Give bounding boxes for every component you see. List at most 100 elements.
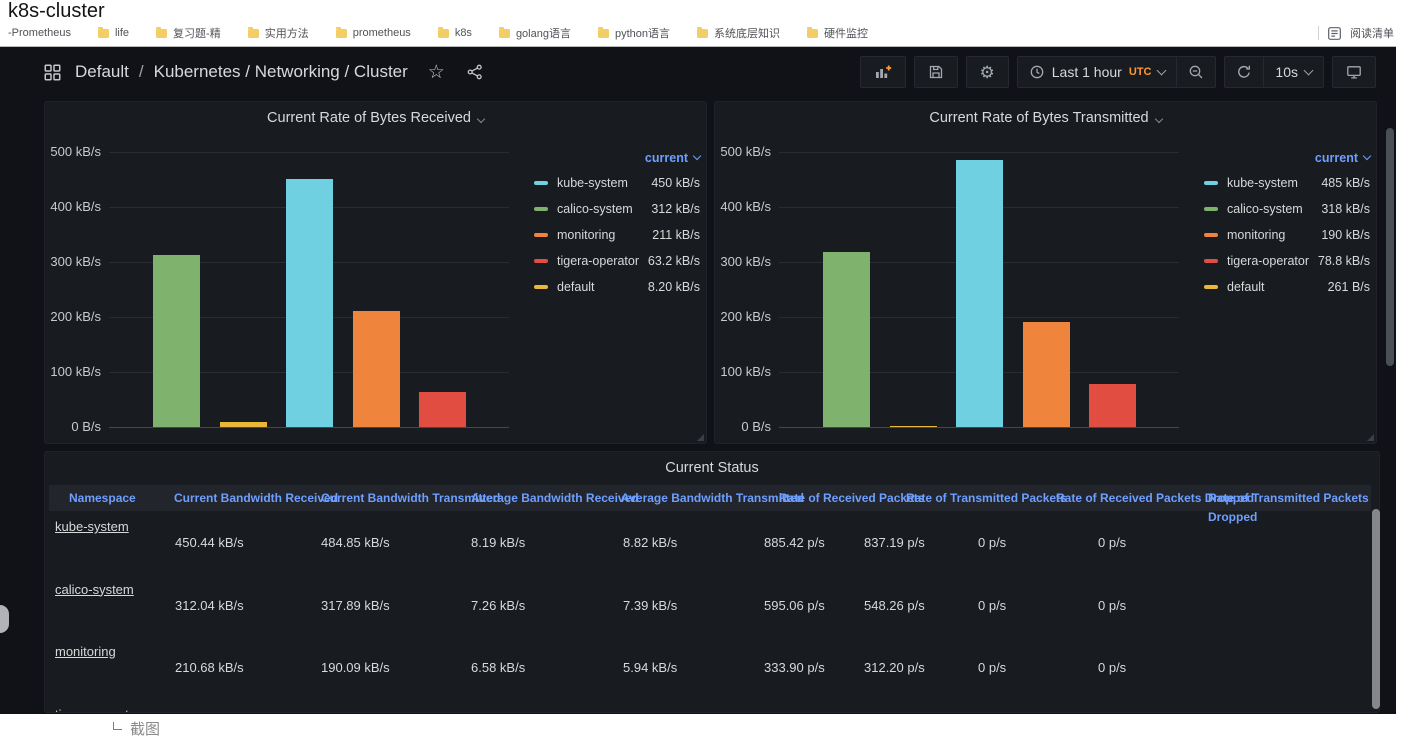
table-scrollbar[interactable] [1372,509,1380,709]
legend-swatch [1204,285,1218,289]
legend-value: 450 kB/s [651,176,700,190]
bookmark-item[interactable]: 实用方法 [248,25,309,41]
dashboard-navbar: Default / Kubernetes / Networking / Clus… [0,47,1396,97]
chart-legend: current kube-system485 kB/s calico-system… [1200,146,1370,300]
breadcrumb-separator: / [139,62,144,82]
grid-icon[interactable] [44,64,61,81]
tv-mode-button[interactable] [1332,56,1376,88]
legend-swatch [534,285,548,289]
y-axis-tick: 0 B/s [71,419,101,435]
legend-label[interactable]: default [1227,280,1265,294]
zoom-out-button[interactable] [1177,57,1215,87]
y-axis-tick: 0 B/s [741,419,771,435]
folder-icon [98,29,109,38]
legend-sort-current[interactable]: current [1200,146,1370,170]
column-header[interactable]: Average Bandwidth Received [471,489,639,508]
time-range-picker[interactable]: Last 1 hour UTC [1018,57,1177,87]
legend-label[interactable]: default [557,280,595,294]
reading-list-button[interactable]: 阅读清单 [1350,25,1394,41]
bar-chart-plot [779,152,1179,428]
dashboard-scrollbar[interactable] [1386,128,1394,366]
refresh-button[interactable] [1225,57,1263,87]
namespace-link[interactable]: tigera-operator [55,707,140,714]
bookmark-item[interactable]: golang语言 [499,25,571,41]
table-cell: 595.06 p/s [764,598,825,613]
add-panel-button[interactable] [860,56,906,88]
panel-title-bytes-transmitted[interactable]: Current Rate of Bytes Transmitted [715,110,1376,126]
namespace-link[interactable]: monitoring [55,644,116,659]
dashboard-settings-button[interactable]: ⚙ [966,56,1009,88]
table-cell: 317.89 kB/s [321,598,390,613]
chevron-down-icon [1154,115,1162,123]
bar-default [890,426,937,427]
bookmark-item[interactable]: 复习题-精 [156,25,221,41]
legend-label[interactable]: kube-system [1227,176,1298,190]
bookmark-item[interactable]: python语言 [598,25,670,41]
legend-label[interactable]: calico-system [557,202,633,216]
chart-legend: current kube-system 450 kB/s calico-system… [530,146,700,300]
legend-label[interactable]: tigera-operator [1227,254,1309,268]
chevron-down-icon [477,115,485,123]
legend-label[interactable]: monitoring [557,228,615,242]
legend-swatch [534,181,548,185]
legend-label[interactable]: monitoring [1227,228,1285,242]
legend-item: kube-system485 kB/s [1200,170,1370,196]
column-header[interactable]: Average Bandwidth Transmitted [621,489,804,508]
chevron-down-icon [1363,152,1371,160]
grafana-dashboard: Default / Kubernetes / Networking / Clus… [0,46,1396,714]
legend-sort-current[interactable]: current [530,146,700,170]
panel-title-bytes-received[interactable]: Current Rate of Bytes Received [45,110,706,126]
bookmark-item[interactable]: -Prometheus [8,27,71,39]
breadcrumb: Default / Kubernetes / Networking / Clus… [44,47,483,97]
legend-value: 78.8 kB/s [1318,254,1370,268]
folder-icon [438,29,449,38]
folder-icon [598,29,609,38]
namespace-link[interactable]: calico-system [55,582,134,597]
y-axis-tick: 100 kB/s [50,364,101,380]
bar-kube-system [956,160,1003,427]
legend-label[interactable]: tigera-operator [557,254,639,268]
legend-value: 211 kB/s [652,228,700,242]
legend-swatch [1204,207,1218,211]
panel-title-text: Current Rate of Bytes Received [267,110,471,126]
bar-tigera-operator [1089,384,1136,427]
time-controls: Last 1 hour UTC [1017,56,1217,88]
y-axis-tick: 300 kB/s [720,254,771,270]
bookmark-item[interactable]: k8s [438,27,472,39]
column-header[interactable]: Namespace [69,489,136,508]
column-header[interactable]: Rate of Transmitted Packets [906,489,1067,508]
bookmark-item[interactable]: life [98,27,129,39]
table-cell: 6.58 kB/s [471,660,525,675]
column-header[interactable]: Current Bandwidth Received [174,489,338,508]
save-dashboard-button[interactable] [914,56,958,88]
share-icon[interactable] [467,64,483,80]
legend-item: calico-system312 kB/s [530,196,700,222]
panel-resize-handle[interactable] [1367,434,1374,441]
column-header[interactable]: Rate of Transmitted Packets Dropped [1208,489,1380,527]
legend-header-label: current [1315,151,1358,165]
legend-value: 261 B/s [1328,280,1370,294]
bookmark-label: 复习题-精 [173,25,221,41]
breadcrumb-folder[interactable]: Default [75,62,129,82]
bookmark-item[interactable]: 系统底层知识 [697,25,780,41]
panel-resize-handle[interactable] [697,434,704,441]
legend-item: default8.20 kB/s [530,274,700,300]
legend-label[interactable]: kube-system [557,176,628,190]
breadcrumb-dashboard-title[interactable]: Kubernetes / Networking / Cluster [154,62,408,82]
panel-bytes-transmitted: Current Rate of Bytes Transmitted 500 kB… [714,101,1377,444]
table-cell: 450.44 kB/s [175,535,244,550]
bookmark-label: 实用方法 [265,25,309,41]
legend-label[interactable]: calico-system [1227,202,1303,216]
refresh-interval-dropdown[interactable]: 10s [1264,57,1323,87]
column-header[interactable]: Rate of Received Packets [779,489,924,508]
star-icon[interactable]: ☆ [428,63,445,82]
clipped-caption: 截图 [130,718,160,739]
folder-icon [248,29,259,38]
bookmark-item[interactable]: 硬件监控 [807,25,868,41]
time-range-label: Last 1 hour [1052,64,1122,80]
bookmark-item[interactable]: prometheus [336,27,411,39]
bookmark-label: golang语言 [516,25,571,41]
y-axis-tick: 200 kB/s [720,309,771,325]
left-edge-widget[interactable] [0,605,9,633]
namespace-link[interactable]: kube-system [55,519,129,534]
